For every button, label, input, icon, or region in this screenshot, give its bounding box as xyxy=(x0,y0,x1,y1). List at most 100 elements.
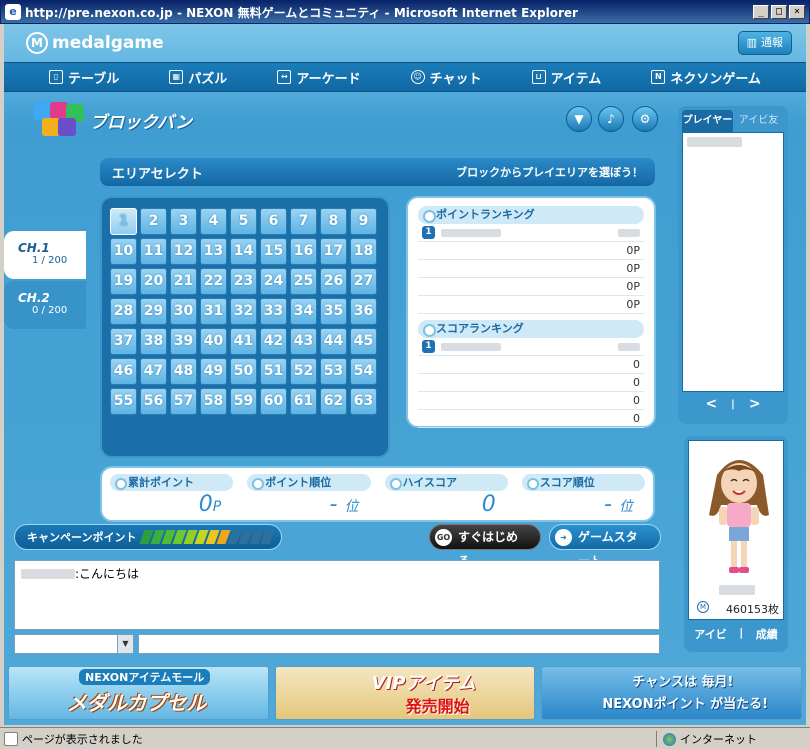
quick-start-button[interactable]: GO すぐはじめる xyxy=(429,524,541,568)
block-51[interactable]: 51 xyxy=(260,358,287,385)
block-11[interactable]: 11 xyxy=(140,238,167,265)
block-45[interactable]: 45 xyxy=(350,328,377,355)
block-15[interactable]: 15 xyxy=(260,238,287,265)
block-8[interactable]: 8 xyxy=(320,208,347,235)
block-6[interactable]: 6 xyxy=(260,208,287,235)
block-29[interactable]: 29 xyxy=(140,298,167,325)
close-button[interactable]: × xyxy=(789,5,805,19)
nexon-point-banner[interactable]: チャンスは 毎月! NEXONポイント が当たる! xyxy=(541,666,803,720)
vip-item-banner[interactable]: VIPアイテム 発売開始 xyxy=(274,666,536,720)
block-48[interactable]: 48 xyxy=(170,358,197,385)
tab-players[interactable]: プレイヤー xyxy=(682,110,733,132)
block-59[interactable]: 59 xyxy=(230,388,257,415)
block-53[interactable]: 53 xyxy=(320,358,347,385)
block-27[interactable]: 27 xyxy=(350,268,377,295)
block-31[interactable]: 31 xyxy=(200,298,227,325)
block-47[interactable]: 47 xyxy=(140,358,167,385)
next-page-button[interactable]: > xyxy=(749,396,761,412)
block-56[interactable]: 56 xyxy=(140,388,167,415)
nav-puzzle[interactable]: ▦ パズル xyxy=(169,68,227,87)
nav-item[interactable]: ⊔ アイテム xyxy=(531,68,601,87)
block-13[interactable]: 13 xyxy=(200,238,227,265)
block-58[interactable]: 58 xyxy=(200,388,227,415)
block-30[interactable]: 30 xyxy=(170,298,197,325)
block-2[interactable]: 2 xyxy=(140,208,167,235)
block-61[interactable]: 61 xyxy=(290,388,317,415)
block-41[interactable]: 41 xyxy=(230,328,257,355)
help-button[interactable]: ▼ xyxy=(566,106,592,132)
app-frame: M medalgame ▥ 通報 ▯ テーブル ▦ パズル ↔ アーケード ☺ チャット … xyxy=(4,24,806,725)
block-57[interactable]: 57 xyxy=(170,388,197,415)
nav-chat[interactable]: ☺ チャット xyxy=(410,68,482,87)
block-14[interactable]: 14 xyxy=(230,238,257,265)
block-32[interactable]: 32 xyxy=(230,298,257,325)
prev-page-button[interactable]: < xyxy=(705,396,717,412)
block-54[interactable]: 54 xyxy=(350,358,377,385)
block-37[interactable]: 37 xyxy=(110,328,137,355)
block-38[interactable]: 38 xyxy=(140,328,167,355)
minimize-button[interactable]: _ xyxy=(753,5,769,19)
stat-value: - 位 xyxy=(247,491,370,521)
block-24[interactable]: 24 xyxy=(260,268,287,295)
block-35[interactable]: 35 xyxy=(320,298,347,325)
block-62[interactable]: 62 xyxy=(320,388,347,415)
block-20[interactable]: 20 xyxy=(140,268,167,295)
block-23[interactable]: 23 xyxy=(230,268,257,295)
nav-arcade[interactable]: ↔ アーケード xyxy=(277,68,361,87)
tab-friends[interactable]: アイビ友 xyxy=(733,110,784,132)
block-3[interactable]: 3 xyxy=(170,208,197,235)
nav-nexon-games[interactable]: N ネクソンゲーム xyxy=(651,68,761,87)
chat-input[interactable] xyxy=(138,634,660,654)
block-39[interactable]: 39 xyxy=(170,328,197,355)
block-55[interactable]: 55 xyxy=(110,388,137,415)
block-43[interactable]: 43 xyxy=(290,328,317,355)
nav-table[interactable]: ▯ テーブル xyxy=(49,68,119,87)
block-25[interactable]: 25 xyxy=(290,268,317,295)
block-9[interactable]: 9 xyxy=(350,208,377,235)
block-21[interactable]: 21 xyxy=(170,268,197,295)
game-start-button[interactable]: ➜ ゲームスタート xyxy=(549,524,661,568)
stat-unit: P xyxy=(212,499,222,515)
settings-button[interactable]: ⚙ xyxy=(632,106,658,132)
block-34[interactable]: 34 xyxy=(290,298,317,325)
ie-icon: e xyxy=(5,4,21,20)
block-12[interactable]: 12 xyxy=(170,238,197,265)
block-50[interactable]: 50 xyxy=(230,358,257,385)
help-icon: ▼ xyxy=(574,112,584,126)
player-name-blur[interactable] xyxy=(687,137,742,147)
block-19[interactable]: 19 xyxy=(110,268,137,295)
medalgame-logo[interactable]: M medalgame xyxy=(26,32,164,54)
block-28[interactable]: 28 xyxy=(110,298,137,325)
report-button[interactable]: ▥ 通報 xyxy=(737,31,792,55)
avibi-link[interactable]: アイビ xyxy=(694,626,726,642)
block-10[interactable]: 10 xyxy=(110,238,137,265)
block-16[interactable]: 16 xyxy=(290,238,317,265)
block-26[interactable]: 26 xyxy=(320,268,347,295)
block-40[interactable]: 40 xyxy=(200,328,227,355)
maximize-button[interactable]: □ xyxy=(771,5,787,19)
sound-button[interactable]: ♪ xyxy=(598,106,624,132)
block-1[interactable]: 1 xyxy=(110,208,137,235)
block-46[interactable]: 46 xyxy=(110,358,137,385)
block-49[interactable]: 49 xyxy=(200,358,227,385)
block-33[interactable]: 33 xyxy=(260,298,287,325)
block-63[interactable]: 63 xyxy=(350,388,377,415)
block-52[interactable]: 52 xyxy=(290,358,317,385)
block-18[interactable]: 18 xyxy=(350,238,377,265)
channel-tab-1[interactable]: CH.1 1 / 200 xyxy=(4,231,86,279)
block-42[interactable]: 42 xyxy=(260,328,287,355)
block-60[interactable]: 60 xyxy=(260,388,287,415)
block-7[interactable]: 7 xyxy=(290,208,317,235)
results-link[interactable]: 成績 xyxy=(756,626,778,642)
player-list[interactable] xyxy=(682,132,784,392)
block-36[interactable]: 36 xyxy=(350,298,377,325)
chat-target-select[interactable]: ▼ xyxy=(14,634,134,654)
channel-tab-2[interactable]: CH.2 0 / 200 xyxy=(4,281,86,329)
block-44[interactable]: 44 xyxy=(320,328,347,355)
block-22[interactable]: 22 xyxy=(200,268,227,295)
block-17[interactable]: 17 xyxy=(320,238,347,265)
chat-log[interactable]: :こんにちは xyxy=(14,560,660,630)
block-5[interactable]: 5 xyxy=(230,208,257,235)
medal-capsule-banner[interactable]: NEXONアイテムモール メダルカプセル xyxy=(8,666,269,720)
block-4[interactable]: 4 xyxy=(200,208,227,235)
